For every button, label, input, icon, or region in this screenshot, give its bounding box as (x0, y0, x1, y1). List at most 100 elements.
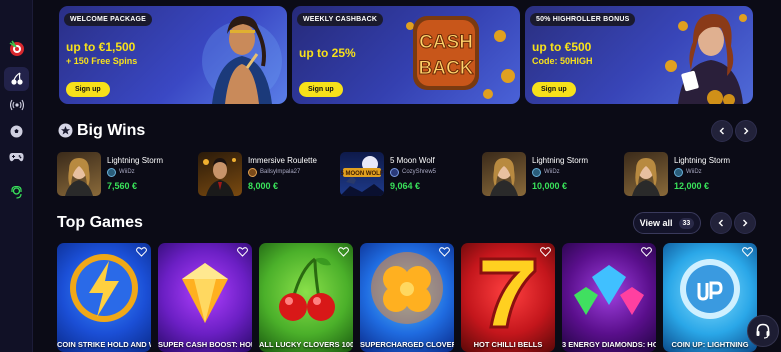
character-art-icon (665, 14, 747, 104)
star-icon (58, 123, 73, 138)
energy-diamonds-icon (574, 265, 644, 315)
win-amount: 10,000 € (532, 181, 568, 191)
win-game-name: Immersive Roulette (248, 156, 317, 165)
win-game-name: 5 Moon Wolf (390, 156, 435, 165)
favorite-heart-icon[interactable] (540, 247, 551, 257)
favorite-heart-icon[interactable] (641, 247, 652, 257)
promo-subtitle: + 150 Free Spins (66, 56, 138, 66)
big-win-item[interactable]: Immersive Roulette Ballsylmpala27 8,000 … (198, 152, 336, 197)
support-agent-icon[interactable] (4, 180, 29, 204)
thumb-logo-text: 5 MOON WOLF (341, 171, 384, 177)
top-games-title: Top Games (57, 214, 143, 231)
support-chat-button[interactable] (747, 315, 779, 347)
favorite-heart-icon[interactable] (136, 247, 147, 257)
sidebar (0, 0, 33, 352)
sign-up-button[interactable]: Sign up (66, 82, 110, 97)
favorite-heart-icon[interactable] (338, 247, 349, 257)
cash-text: CASH (419, 32, 473, 53)
promo-card-highroller[interactable]: 50% HIGHROLLER BONUS up to €500 Code: 50… (525, 6, 753, 104)
game-title: SUPER CASH BOOST: HOLD & WIN (158, 340, 252, 349)
win-game-name: Lightning Storm (532, 156, 589, 165)
user-avatar-icon (532, 168, 541, 177)
game-title: COIN STRIKE HOLD AND WIN (57, 340, 151, 349)
cashback-art-icon: CASH BACK (406, 16, 515, 99)
diamond-icon (182, 263, 228, 323)
win-username: CozyShrew5 (402, 169, 437, 175)
cherries-icon (279, 257, 335, 321)
win-amount: 12,000 € (674, 181, 710, 191)
back-text: BACK (419, 58, 474, 79)
live-broadcast-icon[interactable] (4, 93, 29, 117)
promo-tag: WEEKLY CASHBACK (297, 13, 384, 26)
big-wins-prev-button[interactable] (711, 120, 733, 142)
clover-icon (371, 252, 443, 324)
big-wins-next-button[interactable] (735, 120, 757, 142)
cherries-icon[interactable] (4, 67, 29, 91)
gamepad-icon[interactable] (4, 145, 29, 169)
logo-icon[interactable] (4, 36, 29, 60)
win-username: Ballsylmpala27 (260, 169, 301, 175)
character-art-icon (202, 16, 282, 104)
promo-tag: WELCOME PACKAGE (64, 13, 152, 26)
chevron-left-icon (718, 219, 723, 227)
chevron-right-icon (743, 219, 748, 227)
game-tile[interactable]: SUPER CASH BOOST: HOLD & WIN (158, 243, 252, 352)
big-win-item[interactable]: Lightning Storm WiiDz 7,560 € (57, 152, 195, 197)
promo-title: up to €1,500 (66, 40, 136, 54)
win-username: WiiDz (686, 169, 702, 175)
promo-title: up to 25% (299, 46, 356, 60)
win-game-name: Lightning Storm (107, 156, 164, 165)
promo-card-cashback[interactable]: CASH BACK WEEKLY CASHBACK up to 25% Sign… (292, 6, 520, 104)
view-all-button[interactable]: View all 33 (633, 212, 701, 234)
game-thumbnail (57, 152, 101, 196)
game-title: ALL LUCKY CLOVERS 100 (259, 340, 353, 349)
game-thumbnail (624, 152, 668, 196)
promo-subtitle: Code: 50HIGH (532, 56, 593, 66)
user-avatar-icon (674, 168, 683, 177)
chevron-right-icon (744, 127, 749, 135)
game-title: COIN UP: LIGHTNING (671, 340, 749, 349)
user-avatar-icon (390, 168, 399, 177)
up-coin-icon (680, 259, 740, 319)
game-tile[interactable]: SUPERCHARGED CLOVERS: HOLD AND WIN (360, 243, 454, 352)
game-tile[interactable]: COIN UP: LIGHTNING (663, 243, 757, 352)
game-tile[interactable]: HOT CHILLI BELLS (461, 243, 555, 352)
favorite-heart-icon[interactable] (742, 247, 753, 257)
big-win-item[interactable]: Lightning Storm WiiDz 10,000 € (482, 152, 620, 197)
big-win-item[interactable]: 5 MOON WOLF 5 Moon Wolf CozyShrew5 9,064… (340, 152, 478, 197)
promo-tag: 50% HIGHROLLER BONUS (530, 13, 636, 26)
big-wins-title: Big Wins (77, 122, 146, 139)
win-amount: 9,064 € (390, 181, 421, 191)
sign-up-button[interactable]: Sign up (299, 82, 343, 97)
win-username: WiiDz (119, 169, 135, 175)
view-all-count-badge: 33 (678, 217, 695, 229)
game-thumbnail (198, 152, 242, 196)
game-title: HOT CHILLI BELLS (473, 340, 543, 349)
top-games-next-button[interactable] (734, 212, 756, 234)
main-content: WELCOME PACKAGE up to €1,500 + 150 Free … (33, 0, 781, 352)
favorite-heart-icon[interactable] (237, 247, 248, 257)
game-tile[interactable]: ALL LUCKY CLOVERS 100 (259, 243, 353, 352)
game-thumbnail (482, 152, 526, 196)
chevron-left-icon (719, 127, 724, 135)
lightning-coin-icon (70, 254, 138, 322)
game-thumbnail: 5 MOON WOLF (340, 152, 384, 196)
favorite-heart-icon[interactable] (439, 247, 450, 257)
football-icon[interactable] (4, 119, 29, 143)
top-games-prev-button[interactable] (710, 212, 732, 234)
game-title: 3 ENERGY DIAMONDS: HOLD & WIN (562, 340, 656, 349)
win-username: WiiDz (544, 169, 560, 175)
promo-title: up to €500 (532, 40, 592, 54)
win-amount: 8,000 € (248, 181, 279, 191)
promo-card-welcome[interactable]: WELCOME PACKAGE up to €1,500 + 150 Free … (59, 6, 287, 104)
user-avatar-icon (248, 168, 257, 177)
big-win-item[interactable]: Lightning Storm WiiDz 12,000 € (624, 152, 762, 197)
game-tile[interactable]: COIN STRIKE HOLD AND WIN (57, 243, 151, 352)
user-avatar-icon (107, 168, 116, 177)
win-game-name: Lightning Storm (674, 156, 731, 165)
win-amount: 7,560 € (107, 181, 138, 191)
game-tile[interactable]: 3 ENERGY DIAMONDS: HOLD & WIN (562, 243, 656, 352)
headset-icon (756, 323, 770, 339)
lucky-seven-icon (479, 257, 537, 329)
sign-up-button[interactable]: Sign up (532, 82, 576, 97)
